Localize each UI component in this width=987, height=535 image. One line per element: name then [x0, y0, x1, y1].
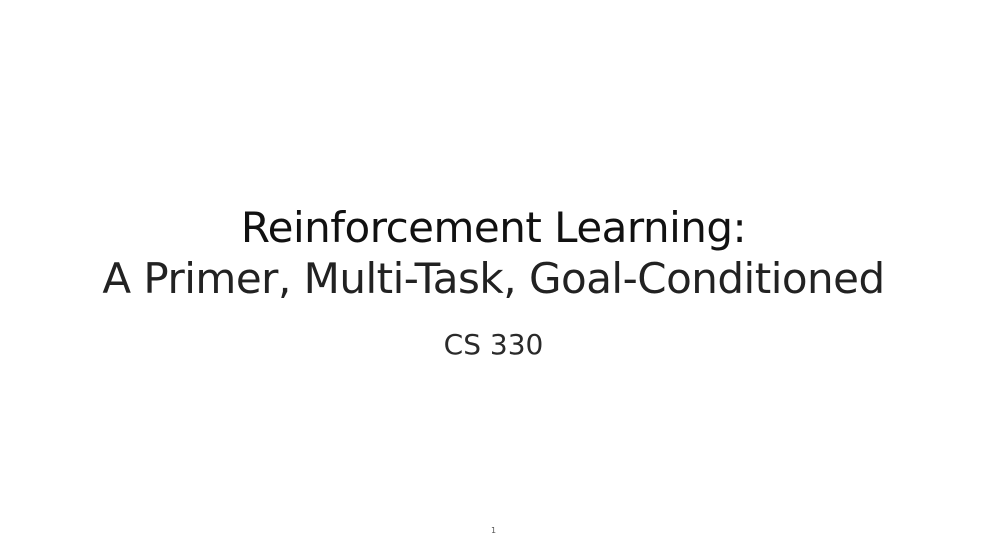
slide-subtitle: A Primer, Multi-Task, Goal-Conditioned	[102, 254, 885, 303]
page-number: 1	[490, 526, 497, 535]
slide-title: Reinforcement Learning:	[240, 203, 747, 252]
course-label: CS 330	[443, 328, 544, 361]
slide: Reinforcement Learning: A Primer, Multi-…	[0, 0, 987, 535]
